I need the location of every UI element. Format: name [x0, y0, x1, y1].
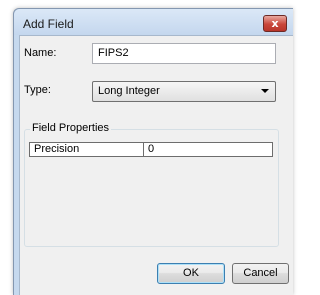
name-label: Name: [24, 47, 57, 59]
type-select-value: Long Integer [98, 85, 160, 97]
close-icon: x [271, 17, 279, 30]
type-label: Type: [24, 84, 51, 96]
chevron-down-icon [261, 89, 269, 93]
name-input[interactable]: FIPS2 [92, 43, 276, 64]
title-bar[interactable]: Add Field x [14, 9, 293, 35]
cancel-button[interactable]: Cancel [232, 263, 289, 284]
dialog-title: Add Field [23, 17, 74, 31]
property-name: Precision [30, 143, 144, 156]
close-button[interactable]: x [263, 15, 287, 32]
property-row[interactable]: Precision 0 [29, 142, 273, 157]
property-value[interactable]: 0 [144, 143, 272, 156]
field-properties-group: Field Properties Precision 0 [24, 122, 279, 247]
field-properties-title: Field Properties [30, 122, 112, 134]
dialog-body: Name: FIPS2 Type: Long Integer Field Pro… [19, 35, 293, 295]
add-field-dialog: Add Field x Name: FIPS2 Type: Long Integ… [13, 8, 293, 295]
ok-button[interactable]: OK [157, 263, 225, 284]
type-select[interactable]: Long Integer [92, 81, 276, 102]
